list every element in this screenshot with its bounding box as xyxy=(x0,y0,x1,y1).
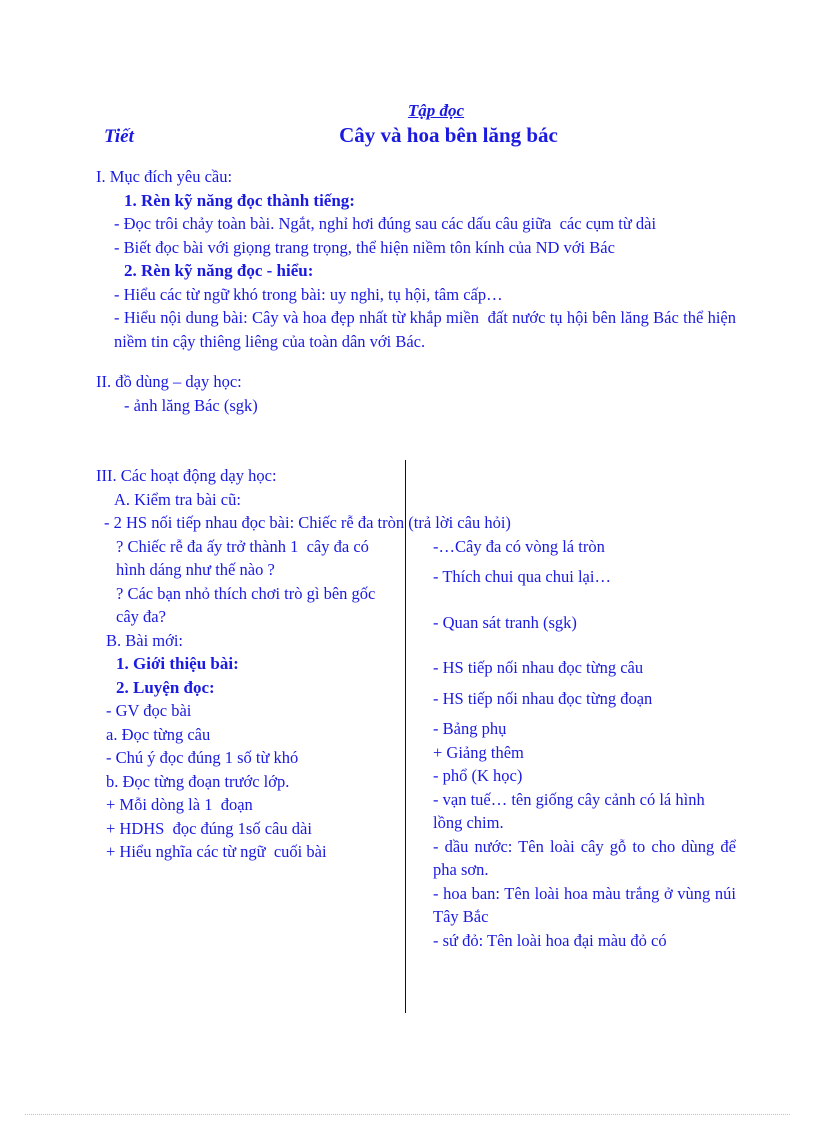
period-label: Tiết xyxy=(104,126,134,147)
materials-item-0: - ảnh lăng Bác (sgk) xyxy=(124,395,258,415)
spacer-right-0 xyxy=(433,558,736,565)
activity-row-right-10: - Bảng phụ xyxy=(433,719,507,738)
activity-row-left-4: 2. Luyện đọc: xyxy=(116,677,215,697)
activity-row-right-6: - HS tiếp nối nhau đọc từng câu xyxy=(433,658,644,677)
activity-row-left-6: a. Đọc từng câu xyxy=(106,724,211,744)
spacer-right-4 xyxy=(433,710,736,717)
title-row: Tiết Cây và hoa bên lăng bác xyxy=(96,123,736,148)
objectives-heading: I. Mục đích yêu cầu: xyxy=(96,167,233,186)
activities-part-a-heading: A. Kiểm tra bài cũ: xyxy=(114,489,241,509)
activity-row-right-0: -…Cây đa có vòng lá tròn xyxy=(433,536,605,556)
spacer-activities xyxy=(96,417,736,434)
activity-row-right-14: - dầu nước: Tên loài cây gỗ to cho dùng … xyxy=(433,836,741,880)
objectives-sub2-item-1: - Hiểu nội dung bài: Cây và hoa đẹp nhất… xyxy=(114,308,741,351)
materials-heading: II. đồ dùng – dạy học: xyxy=(96,372,242,391)
spacer-materials xyxy=(96,353,736,370)
activity-row-right-11: + Giảng thêm xyxy=(433,742,524,762)
activities-heading: III. Các hoạt động dạy học: xyxy=(96,466,277,485)
activity-row-right-8: - HS tiếp nối nhau đọc từng đoạn xyxy=(433,688,653,708)
activity-row-right-15: - hoa ban: Tên loài hoa màu trắng ở vùng… xyxy=(433,883,740,927)
objectives-sub2-item-0: - Hiểu các từ ngữ khó trong bài: uy nghi… xyxy=(114,284,503,304)
activity-row-left-1: ? Các bạn nhỏ thích chơi trò gì bên gốc … xyxy=(116,583,380,627)
activity-row-left-3: 1. Giới thiệu bài: xyxy=(116,654,239,673)
page-title: Cây và hoa bên lăng bác xyxy=(339,123,558,147)
activity-row-left-8: b. Đọc từng đoạn trước lớp. xyxy=(106,771,290,791)
document-body: I. Mục đích yêu cầu: 1. Rèn kỹ năng đọc … xyxy=(96,165,736,434)
footer-dotted-rule xyxy=(25,1114,790,1115)
objectives-sub2-heading: 2. Rèn kỹ năng đọc - hiểu: xyxy=(124,261,314,280)
activities-columns: ? Chiếc rễ đa ấy trở thành 1 cây đa có h… xyxy=(96,535,736,953)
activities-part-a-full-line: - 2 HS nối tiếp nhau đọc bài: Chiếc rễ đ… xyxy=(104,513,511,532)
activity-row-left-0: ? Chiếc rễ đa ấy trở thành 1 cây đa có h… xyxy=(116,536,374,580)
activity-row-right-13: - vạn tuế… tên giống cây cảnh có lá hình… xyxy=(433,789,709,833)
spacer-right-3 xyxy=(433,680,736,687)
activity-row-left-7: - Chú ý đọc đúng 1 số từ khó xyxy=(106,748,299,767)
activity-row-left-9: + Mỗi dòng là 1 đoạn xyxy=(106,795,253,814)
activities-column-left: ? Chiếc rễ đa ấy trở thành 1 cây đa có h… xyxy=(96,535,405,953)
subject-line: Tập đọc xyxy=(136,101,736,121)
activity-row-right-3: - Quan sát tranh (sgk) xyxy=(433,612,577,632)
column-divider xyxy=(405,460,406,1013)
objectives-sub1-item-1: - Biết đọc bài với giọng trang trọng, th… xyxy=(114,237,615,257)
objectives-sub1-item-0: - Đọc trôi chảy toàn bài. Ngắt, nghỉ hơi… xyxy=(114,214,657,233)
activity-row-left-2: B. Bài mới: xyxy=(106,630,184,650)
activity-row-left-10: + HDHS đọc đúng 1số câu dài xyxy=(106,818,312,838)
activity-row-right-12: - phổ (K học) xyxy=(433,766,523,785)
activities-column-right: -…Cây đa có vòng lá tròn - Thích chui qu… xyxy=(405,535,736,953)
activities-section: III. Các hoạt động dạy học: A. Kiểm tra … xyxy=(96,464,736,952)
subject-label: Tập đọc xyxy=(407,101,465,120)
activity-row-left-11: + Hiểu nghĩa các từ ngữ cuối bài xyxy=(106,842,327,861)
activity-row-left-5: - GV đọc bài xyxy=(106,701,192,720)
activity-row-right-16: - sứ đỏ: Tên loài hoa đại màu đỏ có xyxy=(433,930,667,950)
document-header: Tập đọc Tiết Cây và hoa bên lăng bác xyxy=(96,101,736,148)
spacer-right-1 xyxy=(433,589,736,611)
spacer-right-2 xyxy=(433,634,736,656)
activity-row-right-1: - Thích chui qua chui lại… xyxy=(433,567,611,586)
objectives-sub1-heading: 1. Rèn kỹ năng đọc thành tiếng: xyxy=(124,190,355,210)
document-page: Tập đọc Tiết Cây và hoa bên lăng bác I. … xyxy=(0,0,816,1123)
